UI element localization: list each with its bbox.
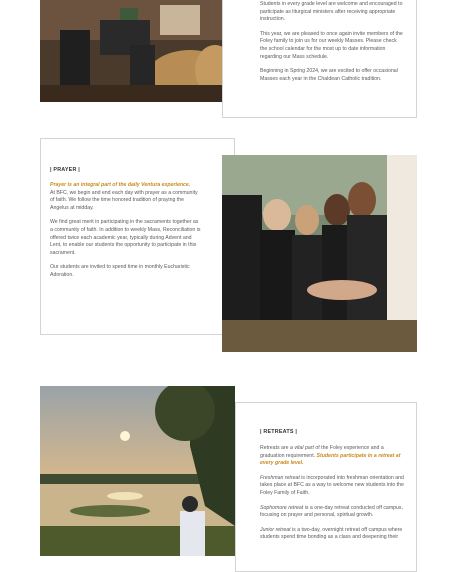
retreats-text-card: | RETREATS | Retreats are a vital part o… <box>235 402 417 572</box>
prayer-paragraph-1: At BFC, we begin and end each day with p… <box>50 189 198 211</box>
retreats-p1-b: a vital part <box>290 445 314 451</box>
mass-photo <box>40 0 235 102</box>
prayer-paragraph-3: Our students are invited to spend time i… <box>50 264 190 278</box>
retreats-p4-a: Junior retreat <box>260 526 291 533</box>
retreats-p1-a: Retreats are <box>260 445 290 451</box>
retreats-paragraph-2: Freshman retreat is incorporated into fr… <box>260 475 406 498</box>
mass-paragraph-1: Students in every grade level are welcom… <box>260 1 403 23</box>
prayer-highlight: Prayer is an integral part of the daily … <box>50 182 191 188</box>
prayer-eyebrow: | PRAYER | <box>50 167 80 173</box>
mass-paragraph-3: Beginning in Spring 2024, we are excited… <box>260 68 398 82</box>
prayer-photo <box>222 155 417 352</box>
retreats-paragraph-4: Junior retreat is a two-day, overnight r… <box>260 527 406 542</box>
retreats-p3-a: Sophomore retreat <box>260 504 304 511</box>
retreat-photo <box>40 386 235 556</box>
prayer-text-card: | PRAYER | Prayer is an integral part of… <box>40 138 235 335</box>
mass-paragraph-2: This year, we are pleased to once again … <box>260 30 403 60</box>
retreats-eyebrow: | RETREATS | <box>260 429 298 435</box>
retreats-paragraph-1: Retreats are a vital part of the Foley e… <box>260 445 406 468</box>
retreats-p2-a: Freshman retreat <box>260 474 300 481</box>
mass-text-card: Students in every grade level are welcom… <box>222 0 417 118</box>
retreats-paragraph-3: Sophomore retreat is a one-day retreat c… <box>260 505 406 520</box>
prayer-paragraph-2: We find great merit in participating in … <box>50 219 201 256</box>
